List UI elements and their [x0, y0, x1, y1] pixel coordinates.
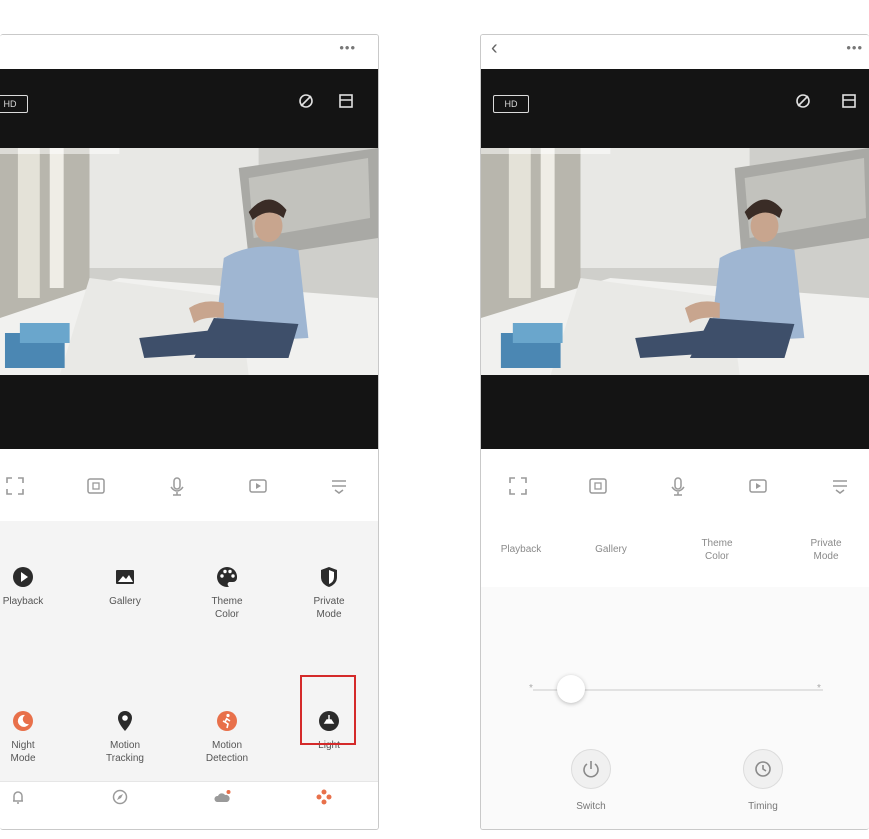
camera-feed — [481, 148, 869, 375]
feature-label: Gallery — [109, 596, 141, 607]
menu-collapse-icon[interactable] — [328, 475, 350, 497]
feature-tabs: Playback Gallery Theme Color Private Mod… — [481, 521, 869, 588]
gallery-icon — [116, 570, 134, 584]
feature-label: Theme Color — [211, 596, 243, 620]
microphone-icon[interactable] — [166, 475, 188, 497]
video-top-bar: HD — [0, 69, 378, 148]
feature-theme-color[interactable]: Theme Color — [182, 565, 272, 621]
power-icon — [583, 761, 599, 778]
left-phone-screen: ••• HD Playback Gallery Theme Color Priv… — [0, 34, 379, 830]
feature-grid: Playback Gallery Theme Color Private Mod… — [0, 521, 378, 781]
fullscreen-icon[interactable] — [4, 475, 26, 497]
switch-button[interactable] — [571, 749, 611, 789]
light-highlight-box — [300, 675, 356, 745]
location-pin-icon — [118, 711, 132, 731]
switch-label: Switch — [576, 801, 606, 812]
more-options-icon[interactable]: ••• — [846, 40, 863, 55]
record-icon[interactable] — [747, 475, 769, 497]
nav-features[interactable] — [286, 788, 362, 809]
layout-icon[interactable] — [336, 91, 356, 111]
mute-icon[interactable] — [793, 91, 813, 111]
back-icon[interactable]: ‹ — [491, 37, 498, 60]
tab-theme-color[interactable]: Theme Color — [677, 537, 757, 563]
feature-label: Private Mode — [313, 596, 345, 620]
hd-button[interactable]: HD — [0, 95, 28, 113]
bottom-nav — [0, 781, 378, 829]
video-bottom-bar — [0, 375, 378, 449]
nav-message[interactable] — [0, 788, 56, 809]
tab-playback[interactable]: Playback — [481, 543, 561, 556]
video-top-bar: HD — [481, 69, 869, 148]
feature-motion-detection[interactable]: Motion Detection — [182, 709, 272, 765]
mute-icon[interactable] — [296, 91, 316, 111]
layout-icon[interactable] — [839, 91, 859, 111]
right-phone-screen: ‹ ••• HD Playback Gallery Theme Color Pr… — [480, 34, 869, 830]
microphone-icon[interactable] — [667, 475, 689, 497]
camera-feed — [0, 148, 378, 375]
menu-collapse-icon[interactable] — [829, 475, 851, 497]
feature-night-mode[interactable]: Night Mode — [0, 709, 68, 765]
top-bar: ‹ ••• — [481, 35, 869, 69]
feature-gallery[interactable]: Gallery — [80, 565, 170, 608]
timing-label: Timing — [748, 801, 778, 812]
controls-row — [481, 449, 869, 521]
slider-max-label: * — [817, 683, 821, 694]
clock-icon — [755, 761, 771, 777]
tab-gallery[interactable]: Gallery — [571, 543, 651, 556]
record-icon[interactable] — [247, 475, 269, 497]
tab-private-mode[interactable]: Private Mode — [786, 537, 866, 563]
feature-label: Playback — [2, 596, 44, 607]
light-control-panel: * * Switch Timing — [481, 587, 869, 829]
nav-cloud[interactable] — [184, 788, 260, 809]
more-options-icon[interactable]: ••• — [339, 40, 356, 55]
timing-button[interactable] — [743, 749, 783, 789]
feature-label: Motion Detection — [205, 740, 249, 764]
motion-detection-icon — [217, 711, 237, 731]
screenshot-icon[interactable] — [85, 475, 107, 497]
palette-icon — [217, 566, 238, 587]
night-mode-icon — [13, 711, 33, 731]
screenshot-icon[interactable] — [587, 475, 609, 497]
features-icon — [316, 789, 332, 805]
shield-icon — [321, 567, 337, 587]
video-bottom-bar — [481, 375, 869, 449]
explore-icon — [112, 789, 128, 805]
nav-explore[interactable] — [82, 788, 158, 809]
cloud-icon — [214, 790, 231, 802]
feature-label: Motion Tracking — [106, 740, 144, 764]
controls-row — [0, 449, 378, 521]
message-icon — [13, 791, 23, 804]
fullscreen-icon[interactable] — [507, 475, 529, 497]
brightness-slider-thumb[interactable] — [557, 675, 585, 703]
feature-playback[interactable]: Playback — [0, 565, 68, 608]
hd-button[interactable]: HD — [493, 95, 529, 113]
feature-private-mode[interactable]: Private Mode — [284, 565, 374, 621]
play-icon — [13, 567, 33, 587]
feature-label: Night Mode — [10, 740, 36, 764]
feature-motion-tracking[interactable]: Motion Tracking — [80, 709, 170, 765]
top-bar: ••• — [0, 35, 378, 69]
